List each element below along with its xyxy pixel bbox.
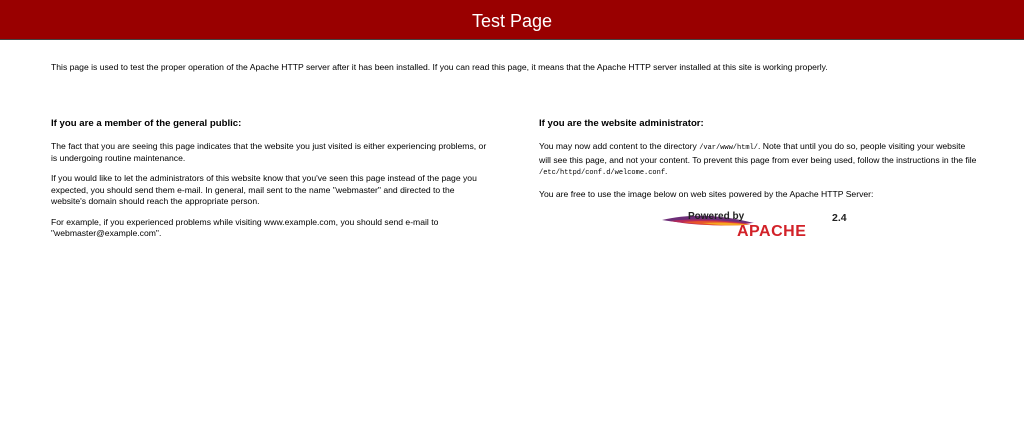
admin-paragraph-2: You are free to use the image below on w…	[539, 188, 874, 199]
apache-version-text: 2.4	[832, 212, 847, 224]
admin-paragraph-1: You may now add content to the directory…	[539, 141, 979, 180]
admin-heading: If you are the website administrator:	[539, 118, 704, 129]
public-paragraph-1: The fact that you are seeing this page i…	[51, 141, 487, 163]
content-directory-path: /var/www/html/	[699, 144, 759, 152]
public-paragraph-3: For example, if you experienced problems…	[51, 216, 439, 239]
page-header: Test Page	[0, 0, 1024, 40]
powered-by-text: Powered by	[688, 211, 745, 222]
page-title: Test Page	[471, 11, 553, 31]
public-paragraph-2: If you would like to let the administrat…	[51, 173, 477, 206]
admin-p1-text-c: .	[665, 166, 668, 176]
admin-section: If you are the website administrator: Yo…	[539, 117, 979, 239]
powered-by-apache-logo: Powered by 2.4 APACHE	[662, 211, 847, 239]
public-section: If you are a member of the general publi…	[51, 117, 491, 249]
admin-p1-text-a: You may now add content to the directory	[539, 141, 700, 151]
public-heading: If you are a member of the general publi…	[51, 118, 242, 129]
intro-text: This page is used to test the proper ope…	[51, 62, 828, 72]
apache-brand-text: APACHE	[737, 223, 806, 239]
welcome-conf-path: /etc/httpd/conf.d/welcome.conf	[539, 169, 666, 177]
